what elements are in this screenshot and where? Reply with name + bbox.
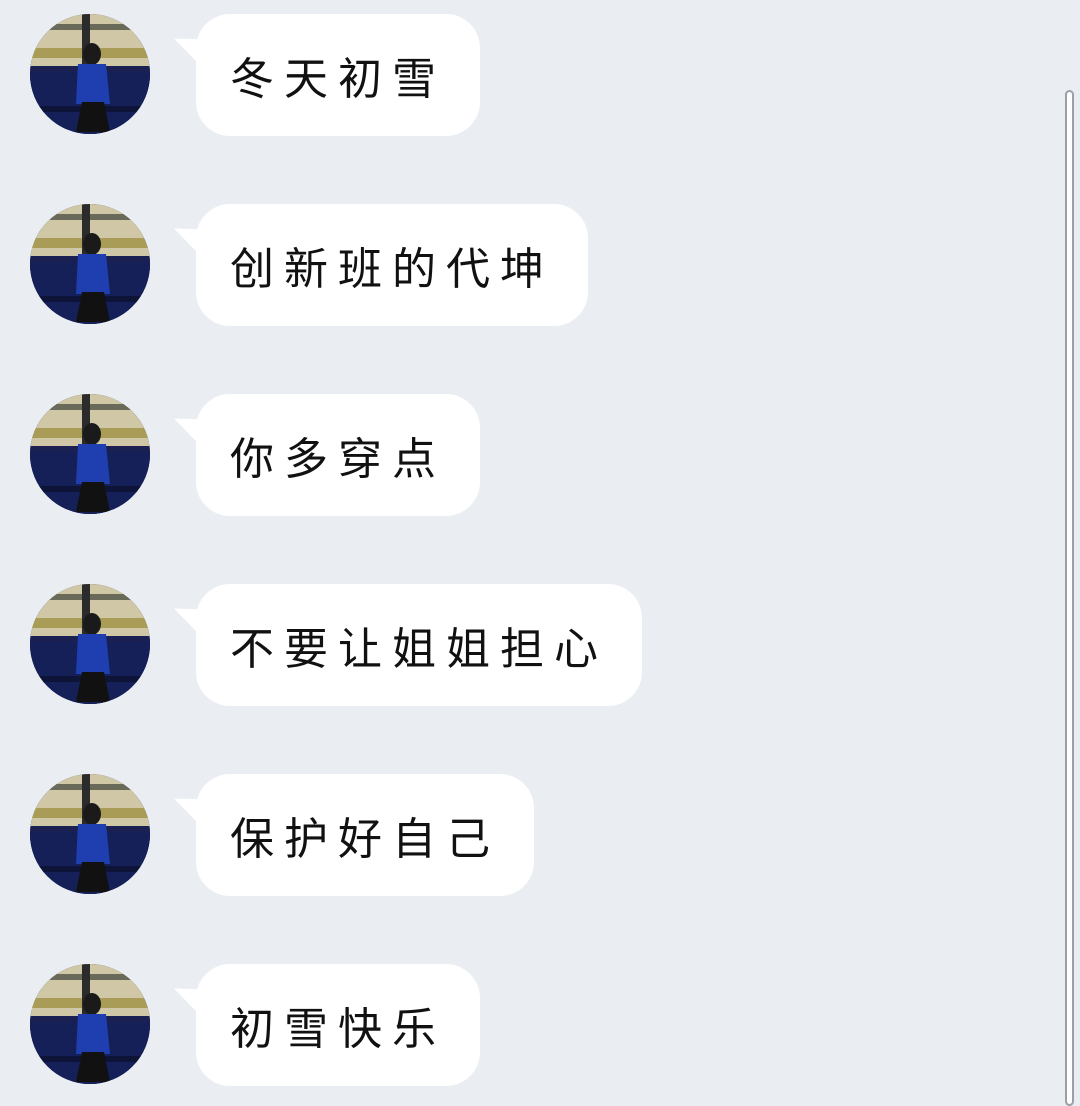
avatar[interactable]	[30, 964, 150, 1084]
message-bubble[interactable]: 初雪快乐	[174, 964, 480, 1086]
message-text: 保护好自己	[230, 814, 500, 865]
message-text: 创新班的代坤	[230, 244, 554, 295]
message-text: 不要让姐姐担心	[230, 624, 608, 675]
avatar[interactable]	[30, 14, 150, 134]
message-bubble[interactable]: 不要让姐姐担心	[174, 584, 642, 706]
message-bubble[interactable]: 冬天初雪	[174, 14, 480, 136]
message-row: 保护好自己	[0, 760, 1060, 896]
bubble-tail	[174, 218, 208, 264]
chat-message-list: 冬天初雪 创新班的代坤 你多穿点 不要让姐姐担心 保护好自己 初雪快乐	[0, 0, 1060, 1106]
message-bubble[interactable]: 保护好自己	[174, 774, 534, 896]
message-row: 你多穿点	[0, 380, 1060, 516]
message-bubble[interactable]: 你多穿点	[174, 394, 480, 516]
avatar[interactable]	[30, 394, 150, 514]
bubble-tail	[174, 28, 208, 74]
message-bubble[interactable]: 创新班的代坤	[174, 204, 588, 326]
bubble-tail	[174, 978, 208, 1024]
scrollbar[interactable]	[1065, 90, 1074, 1106]
message-text: 冬天初雪	[230, 54, 446, 105]
message-row: 创新班的代坤	[0, 190, 1060, 326]
message-text: 初雪快乐	[230, 1004, 446, 1055]
bubble-tail	[174, 598, 208, 644]
message-row: 冬天初雪	[0, 0, 1060, 136]
avatar[interactable]	[30, 584, 150, 704]
bubble-tail	[174, 408, 208, 454]
avatar[interactable]	[30, 774, 150, 894]
bubble-tail	[174, 788, 208, 834]
message-row: 不要让姐姐担心	[0, 570, 1060, 706]
message-text: 你多穿点	[230, 434, 446, 485]
avatar[interactable]	[30, 204, 150, 324]
message-row: 初雪快乐	[0, 950, 1060, 1086]
